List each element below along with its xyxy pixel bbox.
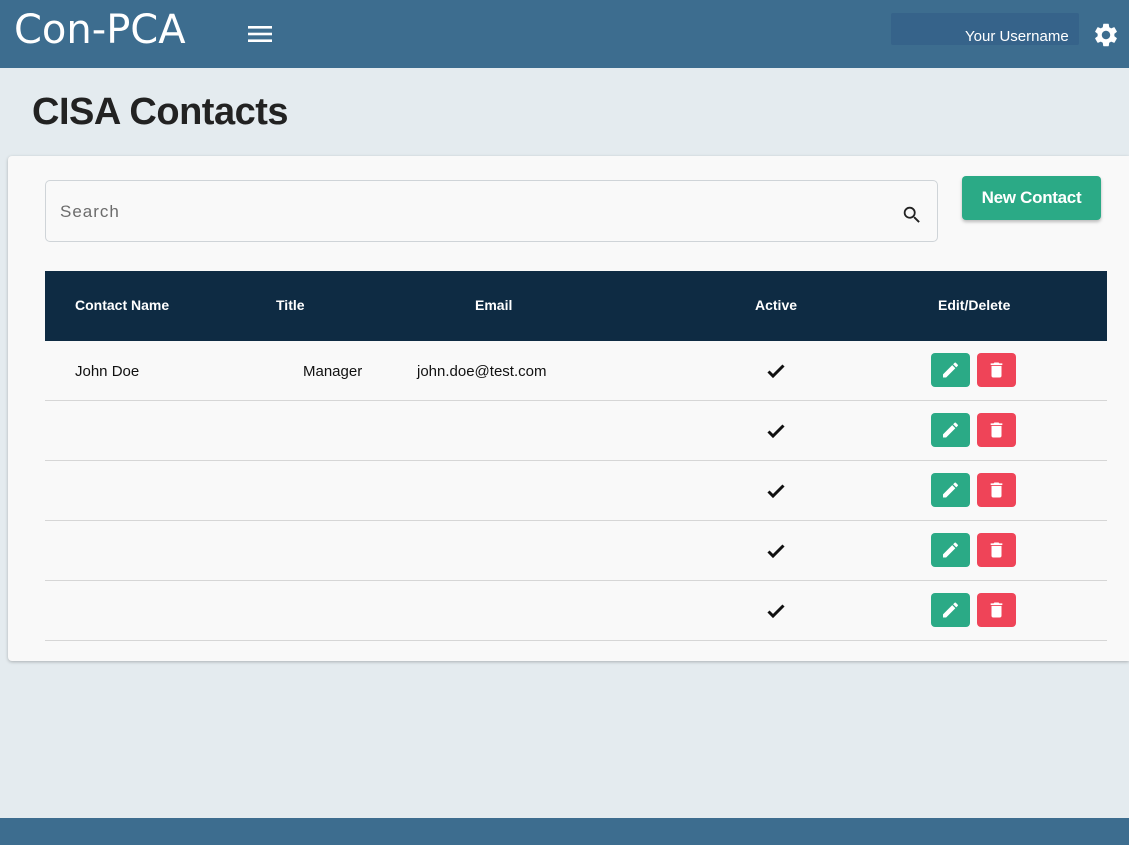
hamburger-menu-icon[interactable]	[247, 23, 273, 45]
search-field[interactable]	[45, 180, 938, 242]
search-input[interactable]	[58, 193, 882, 231]
trash-icon	[990, 422, 1003, 438]
delete-button[interactable]	[977, 593, 1016, 627]
table-row: John Doe Manager john.doe@test.com	[45, 341, 1107, 401]
trash-icon	[990, 602, 1003, 618]
delete-button[interactable]	[977, 533, 1016, 567]
column-header-title[interactable]: Title	[276, 296, 305, 314]
pencil-icon	[943, 542, 959, 558]
pencil-icon	[943, 482, 959, 498]
column-header-active[interactable]: Active	[755, 296, 797, 314]
app-logo[interactable]: Con-PCA	[14, 8, 186, 52]
edit-button[interactable]	[931, 413, 970, 447]
column-header-edit-delete: Edit/Delete	[938, 297, 1011, 313]
contact-email-cell: john.doe@test.com	[417, 363, 547, 380]
table-row	[45, 461, 1107, 521]
contact-title-cell: Manager	[303, 363, 363, 380]
table-row	[45, 401, 1107, 461]
table-row	[45, 581, 1107, 641]
page-title: CISA Contacts	[32, 91, 289, 133]
edit-button[interactable]	[931, 593, 970, 627]
check-icon	[767, 544, 785, 559]
top-bar: Con-PCA Your Username	[0, 0, 1129, 68]
new-contact-button[interactable]: New Contact	[962, 176, 1101, 220]
check-icon	[767, 364, 785, 379]
check-icon	[767, 604, 785, 619]
check-icon	[767, 424, 785, 439]
trash-icon	[990, 362, 1003, 378]
edit-button[interactable]	[931, 353, 970, 387]
delete-button[interactable]	[977, 353, 1016, 387]
trash-icon	[990, 482, 1003, 498]
contact-name-cell: John Doe	[75, 363, 140, 380]
delete-button[interactable]	[977, 413, 1016, 447]
pencil-icon	[943, 602, 959, 618]
footer-bar	[0, 818, 1129, 845]
edit-button[interactable]	[931, 533, 970, 567]
trash-icon	[990, 542, 1003, 558]
gear-icon[interactable]	[1092, 21, 1120, 49]
pencil-icon	[943, 362, 959, 378]
table-header: Contact Name Title Email Active Edit/Del…	[45, 271, 1107, 341]
edit-button[interactable]	[931, 473, 970, 507]
column-header-contact-name[interactable]: Contact Name	[75, 296, 169, 314]
logo-text: Con-PCA	[14, 7, 186, 53]
pencil-icon	[943, 422, 959, 438]
column-header-email[interactable]: Email	[475, 296, 512, 314]
table-row	[45, 521, 1107, 581]
username-label[interactable]: Your Username	[965, 28, 1069, 46]
search-icon[interactable]	[901, 204, 923, 226]
check-icon	[767, 484, 785, 499]
delete-button[interactable]	[977, 473, 1016, 507]
